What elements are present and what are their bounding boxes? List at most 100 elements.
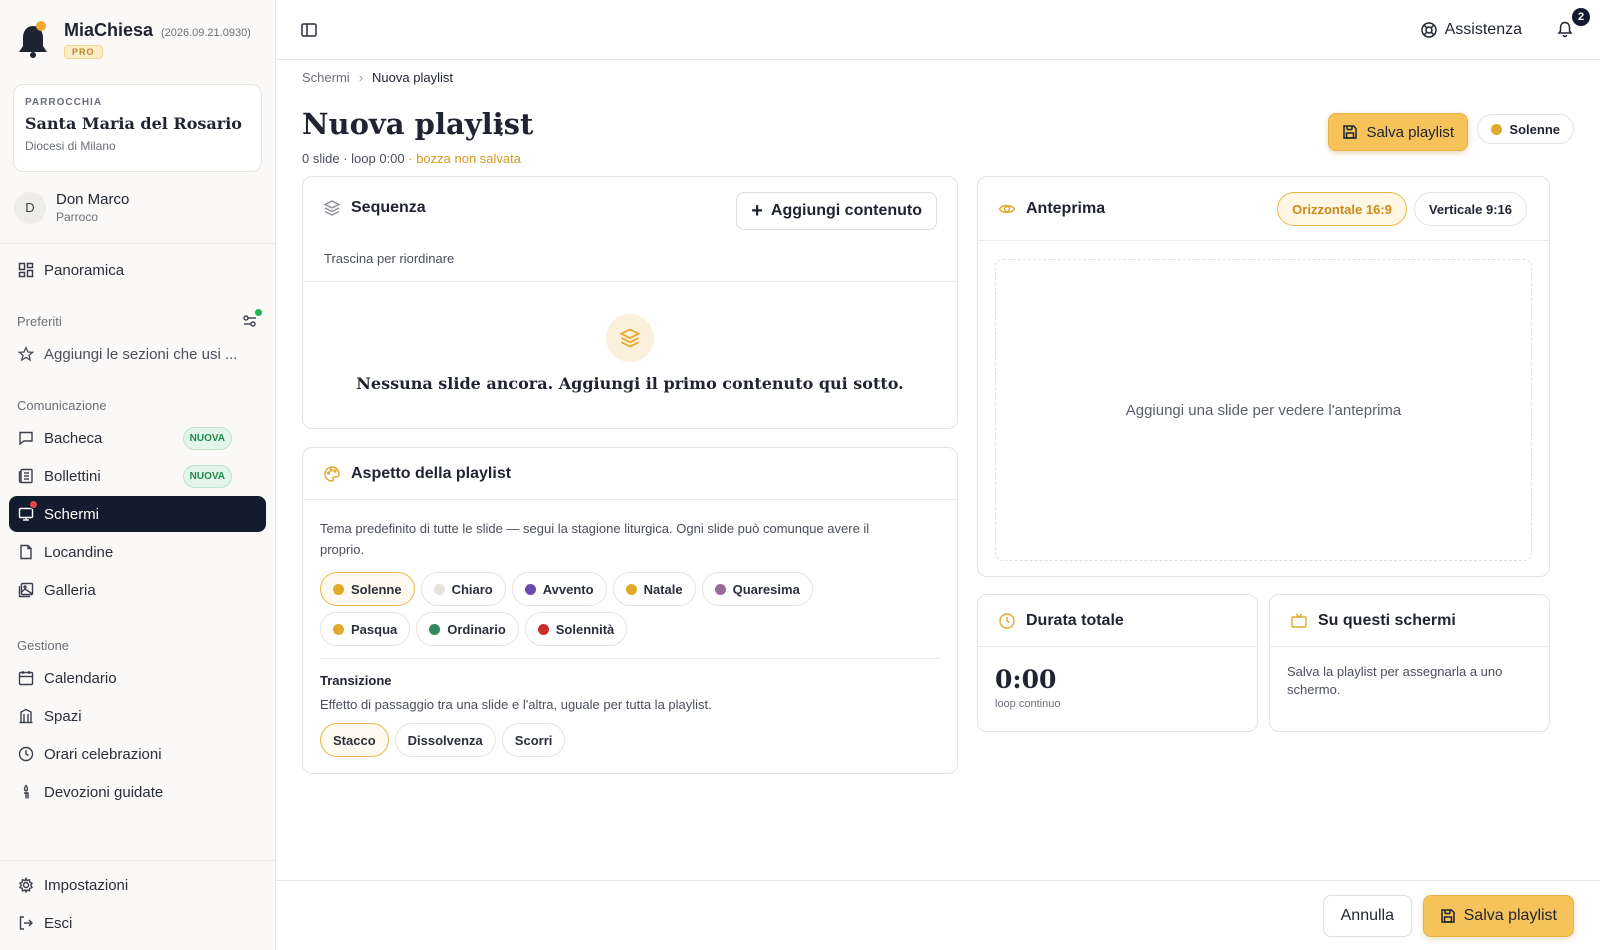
theme-chip-solenne[interactable]: Solenne (320, 572, 415, 606)
sidebar-item-orari[interactable]: Orari celebrazioni (9, 736, 266, 772)
empty-message: Nessuna slide ancora. Aggiungi il primo … (356, 374, 904, 393)
transition-description: Effetto di passaggio tra una slide e l'a… (320, 697, 712, 712)
sidebar-item-label: Galleria (44, 581, 96, 599)
save-playlist-button[interactable]: Salva playlist (1328, 113, 1468, 151)
reorder-hint: Trascina per riordinare (303, 239, 957, 282)
breadcrumb-parent[interactable]: Schermi (302, 70, 350, 85)
file-icon (17, 543, 35, 561)
sidebar-item-label: Bollettini (44, 467, 101, 485)
sidebar-item-label: Impostazioni (44, 876, 129, 894)
favorites-label: Preferiti (17, 313, 62, 329)
theme-chip-solennita[interactable]: Solennità (524, 612, 628, 646)
season-dot (1491, 123, 1503, 135)
add-favorites[interactable]: Aggiungi le sezioni che usi ... (9, 336, 266, 372)
tv-icon (1290, 612, 1308, 630)
sequence-header: Sequenza + Aggiungi contenuto (303, 177, 957, 239)
sidebar-toggle-icon[interactable] (300, 21, 318, 39)
theme-label: Chiaro (451, 581, 493, 597)
add-content-button[interactable]: + Aggiungi contenuto (736, 192, 937, 230)
star-icon (17, 345, 35, 363)
notifications-button[interactable]: 2 (1556, 8, 1590, 40)
sidebar-item-spazi[interactable]: Spazi (9, 698, 266, 734)
preview-canvas: Aggiungi una slide per vedere l'anteprim… (995, 259, 1532, 561)
theme-chip-avvento[interactable]: Avvento (511, 572, 607, 606)
logout-icon (17, 914, 35, 932)
sidebar-item-locandine[interactable]: Locandine (9, 534, 266, 570)
theme-label: Pasqua (351, 621, 398, 637)
sidebar-item-label: Schermi (44, 505, 100, 523)
theme-chip-quaresima[interactable]: Quaresima (701, 572, 813, 606)
theme-chip-pasqua[interactable]: Pasqua (320, 612, 411, 646)
communication-section-label: Comunicazione (17, 397, 107, 413)
theme-label: Ordinario (447, 621, 506, 637)
sidebar-item-schermi[interactable]: Schermi (9, 496, 266, 532)
brand-version: (2026.09.21.0930) (160, 27, 251, 39)
save-label: Salva playlist (1366, 123, 1454, 141)
theme-dot (625, 583, 637, 595)
building-icon (17, 707, 35, 725)
screens-note: Salva la playlist per assegnarla a uno s… (1287, 664, 1503, 697)
parish-label: PARROCCHIA (25, 97, 103, 108)
season-pill[interactable]: Solenne (1477, 114, 1574, 144)
pro-badge: PRO (64, 45, 103, 59)
new-badge: NUOVA (182, 426, 232, 450)
theme-dot (433, 583, 445, 595)
transition-chip-dissolvenza[interactable]: Dissolvenza (394, 723, 496, 757)
sidebar-item-label: Orari celebrazioni (44, 745, 162, 763)
management-section-label: Gestione (17, 637, 70, 653)
sidebar-item-bollettini[interactable]: Bollettini NUOVA (9, 458, 266, 494)
transition-chip-scorri[interactable]: Scorri (501, 723, 566, 757)
screens-card: Su questi schermi Salva la playlist per … (1269, 594, 1550, 732)
sidebar-item-label: Panoramica (44, 261, 125, 279)
preview-header: Anteprima Orizzontale 16:9 Verticale 9:1… (978, 177, 1549, 241)
sidebar-item-impostazioni[interactable]: Impostazioni (9, 867, 266, 903)
alert-dot (29, 500, 38, 509)
message-icon (17, 429, 35, 447)
sidebar-item-label: Devozioni guidate (44, 783, 164, 801)
brand-name: MiaChiesa (64, 20, 154, 40)
gear-icon (17, 876, 35, 894)
user-profile[interactable]: D Don Marco Parroco (0, 172, 275, 244)
save-playlist-bottom-button[interactable]: Salva playlist (1422, 895, 1574, 937)
lifebuoy-icon (1420, 22, 1437, 38)
help-button[interactable]: Assistenza (1420, 21, 1522, 39)
sidebar-item-label: Bacheca (44, 429, 103, 447)
customize-favorites-icon[interactable] (242, 309, 262, 329)
add-favorites-label: Aggiungi le sezioni che usi ... (44, 345, 238, 363)
preview-title: Anteprima (1026, 199, 1106, 217)
orientation-landscape-button[interactable]: Orizzontale 16:9 (1277, 192, 1407, 226)
orientation-portrait-button[interactable]: Verticale 9:16 (1413, 192, 1527, 226)
theme-dot (537, 623, 549, 635)
transition-chip-stacco[interactable]: Stacco (320, 723, 389, 757)
parish-card[interactable]: PARROCCHIA Santa Maria del Rosario Dioce… (13, 84, 262, 172)
plus-icon: + (751, 200, 763, 222)
grid-icon (17, 261, 35, 279)
sidebar-item-bacheca[interactable]: Bacheca NUOVA (9, 420, 266, 456)
sidebar-item-label: Esci (44, 914, 73, 932)
main-area: Assistenza 2 Schermi › Nuova playlist Nu… (276, 0, 1600, 950)
sidebar-item-label: Calendario (44, 669, 117, 687)
sidebar-item-overview[interactable]: Panoramica (9, 252, 266, 288)
page-subtitle: 0 slide · loop 0:00 · bozza non salvata (302, 151, 521, 166)
eye-icon (998, 200, 1016, 218)
save-icon (1440, 909, 1455, 923)
theme-chip-chiaro[interactable]: Chiaro (420, 572, 506, 606)
clock-icon (17, 745, 35, 763)
sidebar-item-devozioni[interactable]: Devozioni guidate (9, 774, 266, 810)
duration-title: Durata totale (1026, 611, 1124, 629)
theme-chip-ordinario[interactable]: Ordinario (416, 612, 519, 646)
save-label: Salva playlist (1463, 907, 1557, 924)
sidebar-item-esci[interactable]: Esci (9, 905, 266, 941)
theme-chip-natale[interactable]: Natale (612, 572, 696, 606)
appearance-header: Aspetto della playlist (303, 448, 957, 500)
more-options-icon[interactable] (498, 121, 504, 140)
theme-label: Avvento (542, 581, 594, 597)
season-label: Solenne (1509, 121, 1560, 137)
brand[interactable]: MiaChiesa (2026.09.21.0930) PRO (0, 0, 275, 80)
sidebar-item-galleria[interactable]: Galleria (9, 572, 266, 608)
duration-header: Durata totale (978, 595, 1257, 647)
cancel-button[interactable]: Annulla (1322, 895, 1412, 937)
sidebar-item-calendario[interactable]: Calendario (9, 660, 266, 696)
palette-icon (323, 465, 341, 483)
bell-logo-icon (19, 21, 47, 58)
